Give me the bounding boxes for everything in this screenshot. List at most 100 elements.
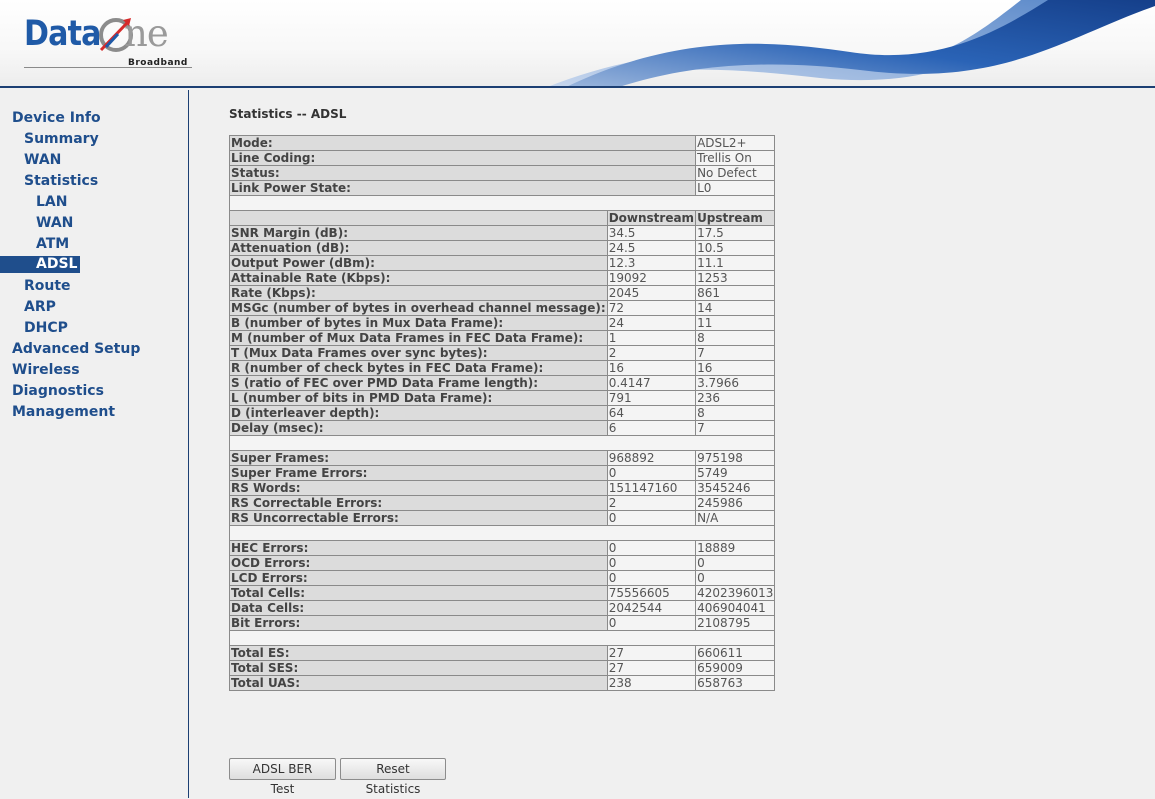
stat-label: Super Frame Errors: bbox=[229, 465, 608, 481]
spacer-cell bbox=[228, 525, 776, 541]
nav-wireless[interactable]: Wireless bbox=[12, 362, 80, 379]
table-row: S (ratio of FEC over PMD Data Frame leng… bbox=[229, 375, 776, 391]
nav-arp[interactable]: ARP bbox=[24, 299, 56, 316]
downstream-value: 2 bbox=[606, 345, 697, 361]
adsl-ber-test-button[interactable]: ADSL BER Test bbox=[229, 758, 336, 796]
downstream-value: 0.4147 bbox=[606, 375, 697, 391]
nav-advanced-setup[interactable]: Advanced Setup bbox=[12, 341, 140, 358]
status-label: Link Power State: bbox=[228, 180, 697, 196]
table-row: Total UAS: 238 658763 bbox=[229, 675, 776, 691]
upstream-value: 4202396013 bbox=[695, 585, 776, 601]
table-row: HEC Errors: 0 18889 bbox=[229, 540, 776, 556]
table-row: Output Power (dBm): 12.3 11.1 bbox=[229, 255, 776, 271]
stat-label: S (ratio of FEC over PMD Data Frame leng… bbox=[229, 375, 608, 391]
header-swoosh-icon bbox=[545, 0, 1155, 88]
downstream-value: 0 bbox=[606, 465, 697, 481]
upstream-value: 0 bbox=[695, 570, 776, 586]
upstream-value: 236 bbox=[695, 390, 776, 406]
table-row: Rate (Kbps): 2045 861 bbox=[229, 285, 776, 301]
stat-label: Super Frames: bbox=[229, 450, 608, 466]
nav-statistics-atm[interactable]: ATM bbox=[36, 236, 69, 253]
stat-label: T (Mux Data Frames over sync bytes): bbox=[229, 345, 608, 361]
upstream-value: 14 bbox=[695, 300, 776, 316]
logo-data-text: Data bbox=[24, 14, 101, 54]
stat-label: Delay (msec): bbox=[229, 420, 608, 436]
upstream-value: 659009 bbox=[695, 660, 776, 676]
downstream-value: 27 bbox=[606, 660, 697, 676]
nav-statistics-adsl[interactable]: ADSL bbox=[36, 256, 77, 273]
upstream-value: 18889 bbox=[695, 540, 776, 556]
logo-underline bbox=[24, 67, 192, 68]
stat-label: Data Cells: bbox=[229, 600, 608, 616]
downstream-value: 2045 bbox=[606, 285, 697, 301]
upstream-value: 658763 bbox=[695, 675, 776, 691]
spacer-cell bbox=[228, 435, 776, 451]
nav-dhcp[interactable]: DHCP bbox=[24, 320, 68, 337]
stat-label: Attainable Rate (Kbps): bbox=[229, 270, 608, 286]
table-row: Total Cells: 75556605 4202396013 bbox=[229, 585, 776, 601]
status-value: No Defect bbox=[695, 165, 776, 181]
page-title: Statistics -- ADSL bbox=[229, 107, 347, 121]
upstream-value: 7 bbox=[695, 345, 776, 361]
table-row: T (Mux Data Frames over sync bytes): 2 7 bbox=[229, 345, 776, 361]
upstream-value: 17.5 bbox=[695, 225, 776, 241]
header-label-cell bbox=[229, 210, 608, 226]
downstream-value: 0 bbox=[606, 555, 697, 571]
upstream-header: Upstream bbox=[695, 210, 776, 226]
table-row: MSGc (number of bytes in overhead channe… bbox=[229, 300, 776, 316]
downstream-value: 12.3 bbox=[606, 255, 697, 271]
upstream-value: 8 bbox=[695, 330, 776, 346]
status-label: Line Coding: bbox=[228, 150, 697, 166]
header-banner: Data ne Broadband bbox=[0, 0, 1155, 88]
nav-statistics-wan[interactable]: WAN bbox=[36, 215, 73, 232]
table-row: LCD Errors: 0 0 bbox=[229, 570, 776, 586]
upstream-value: 16 bbox=[695, 360, 776, 376]
status-label: Mode: bbox=[228, 135, 697, 151]
stat-label: RS Words: bbox=[229, 480, 608, 496]
stat-label: RS Correctable Errors: bbox=[229, 495, 608, 511]
nav-summary[interactable]: Summary bbox=[24, 131, 99, 148]
stat-label: Output Power (dBm): bbox=[229, 255, 608, 271]
table-row: OCD Errors: 0 0 bbox=[229, 555, 776, 571]
table-row: RS Uncorrectable Errors: 0 N/A bbox=[229, 510, 776, 526]
table-row: L (number of bits in PMD Data Frame): 791… bbox=[229, 390, 776, 406]
table-row: RS Correctable Errors: 2 245986 bbox=[229, 495, 776, 511]
stat-label: LCD Errors: bbox=[229, 570, 608, 586]
nav-diagnostics[interactable]: Diagnostics bbox=[12, 383, 104, 400]
nav-device-info[interactable]: Device Info bbox=[12, 110, 101, 127]
downstream-value: 2042544 bbox=[606, 600, 697, 616]
table-row: Attenuation (dB): 24.5 10.5 bbox=[229, 240, 776, 256]
table-row: Delay (msec): 6 7 bbox=[229, 420, 776, 436]
stat-label: Total UAS: bbox=[229, 675, 608, 691]
downstream-value: 151147160 bbox=[606, 480, 697, 496]
upstream-value: 8 bbox=[695, 405, 776, 421]
table-row: Super Frame Errors: 0 5749 bbox=[229, 465, 776, 481]
nav-statistics[interactable]: Statistics bbox=[24, 173, 98, 190]
status-row: Link Power State: L0 bbox=[228, 180, 776, 196]
status-row: Mode: ADSL2+ bbox=[228, 135, 776, 151]
upstream-value: 0 bbox=[695, 555, 776, 571]
table-row: D (interleaver depth): 64 8 bbox=[229, 405, 776, 421]
nav-wan[interactable]: WAN bbox=[24, 152, 61, 169]
stat-label: HEC Errors: bbox=[229, 540, 608, 556]
adsl-statistics-table: Mode: ADSL2+ Line Coding: Trellis On Status:… bbox=[228, 135, 776, 691]
stat-label: Rate (Kbps): bbox=[229, 285, 608, 301]
downstream-value: 0 bbox=[606, 540, 697, 556]
status-value: L0 bbox=[695, 180, 776, 196]
downstream-value: 1 bbox=[606, 330, 697, 346]
stat-label: Total ES: bbox=[229, 645, 608, 661]
spacer-cell bbox=[228, 630, 776, 646]
upstream-value: 5749 bbox=[695, 465, 776, 481]
reset-statistics-button[interactable]: Reset Statistics bbox=[340, 758, 446, 796]
upstream-value: N/A bbox=[695, 510, 776, 526]
downstream-value: 238 bbox=[606, 675, 697, 691]
nav-statistics-lan[interactable]: LAN bbox=[36, 194, 67, 211]
table-row: RS Words: 151147160 3545246 bbox=[229, 480, 776, 496]
nav-route[interactable]: Route bbox=[24, 278, 71, 295]
nav-management[interactable]: Management bbox=[12, 404, 115, 421]
table-spacer-row bbox=[228, 435, 776, 451]
stat-label: SNR Margin (dB): bbox=[229, 225, 608, 241]
stat-label: R (number of check bytes in FEC Data Fra… bbox=[229, 360, 608, 376]
header-divider bbox=[0, 86, 1155, 88]
downstream-value: 2 bbox=[606, 495, 697, 511]
